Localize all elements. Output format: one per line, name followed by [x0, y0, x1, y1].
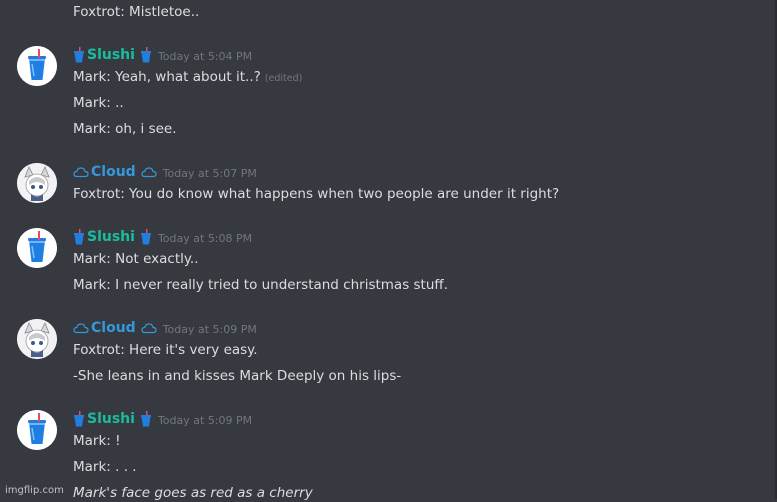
message-line: Mark's face goes as red as a cherry — [73, 485, 313, 501]
cup-with-straw-icon — [140, 229, 151, 245]
message-line: -She leans in and kisses Mark Deeply on … — [73, 368, 402, 384]
message-line: Foxtrot: You do know what happens when t… — [73, 186, 560, 202]
cup-with-straw-icon — [140, 47, 151, 63]
avatar[interactable] — [17, 228, 57, 268]
username[interactable]: Slushi — [73, 229, 152, 245]
chat-log: Foxtrot: Mistletoe.. Slushi Today at 5:0… — [0, 0, 777, 501]
message-header: Cloud Today at 5:09 PM — [73, 319, 257, 337]
slushi-drink-avatar-icon — [17, 410, 57, 450]
username[interactable]: Cloud — [73, 164, 157, 180]
cloud-icon — [141, 323, 157, 334]
timestamp: Today at 5:07 PM — [162, 166, 257, 180]
watermark: imgflip.com — [5, 485, 64, 496]
message-line: Mark: ! — [73, 433, 121, 449]
cloud-icon — [73, 323, 89, 334]
username-text[interactable]: Cloud — [91, 320, 136, 336]
username-text[interactable]: Slushi — [87, 411, 135, 427]
cup-with-straw-icon — [140, 411, 151, 427]
message-line: Foxtrot: Here it's very easy. — [73, 342, 258, 358]
message-line: Mark: Not exactly.. — [73, 251, 199, 267]
timestamp: Today at 5:08 PM — [157, 231, 253, 245]
username-text[interactable]: Slushi — [87, 47, 135, 63]
message-line: Mark: . . . — [73, 459, 137, 475]
message-header: Slushi Today at 5:04 PM — [73, 46, 252, 64]
cloud-character-avatar-icon — [17, 319, 57, 359]
avatar[interactable] — [17, 319, 57, 359]
timestamp: Today at 5:04 PM — [157, 49, 253, 63]
message-line: Foxtrot: Mistletoe.. — [73, 4, 200, 20]
avatar[interactable] — [17, 163, 57, 203]
cloud-character-avatar-icon — [17, 163, 57, 203]
avatar[interactable] — [17, 46, 57, 86]
slushi-drink-avatar-icon — [17, 46, 57, 86]
cloud-icon — [141, 167, 157, 178]
message-line: Mark: Yeah, what about it..? (edited) — [73, 68, 302, 88]
username-text[interactable]: Slushi — [87, 229, 135, 245]
cloud-icon — [73, 167, 89, 178]
timestamp: Today at 5:09 PM — [162, 322, 257, 336]
timestamp: Today at 5:09 PM — [157, 413, 253, 427]
username[interactable]: Cloud — [73, 320, 157, 336]
avatar[interactable] — [17, 410, 57, 450]
cup-with-straw-icon — [74, 229, 84, 245]
message-header: Slushi Today at 5:08 PM — [73, 228, 252, 246]
message-header: Cloud Today at 5:07 PM — [73, 163, 257, 181]
message-text: Mark: Yeah, what about it..? — [73, 69, 261, 85]
cup-with-straw-icon — [74, 411, 84, 427]
message-line: Mark: .. — [73, 95, 124, 111]
message-line: Mark: oh, i see. — [73, 121, 177, 137]
message-header: Slushi Today at 5:09 PM — [73, 410, 252, 428]
username[interactable]: Slushi — [73, 411, 152, 427]
slushi-drink-avatar-icon — [17, 228, 57, 268]
cup-with-straw-icon — [74, 47, 84, 63]
edited-label: (edited) — [264, 73, 303, 84]
message-line: Mark: I never really tried to understand… — [73, 277, 449, 293]
username-text[interactable]: Cloud — [91, 164, 136, 180]
username[interactable]: Slushi — [73, 47, 152, 63]
